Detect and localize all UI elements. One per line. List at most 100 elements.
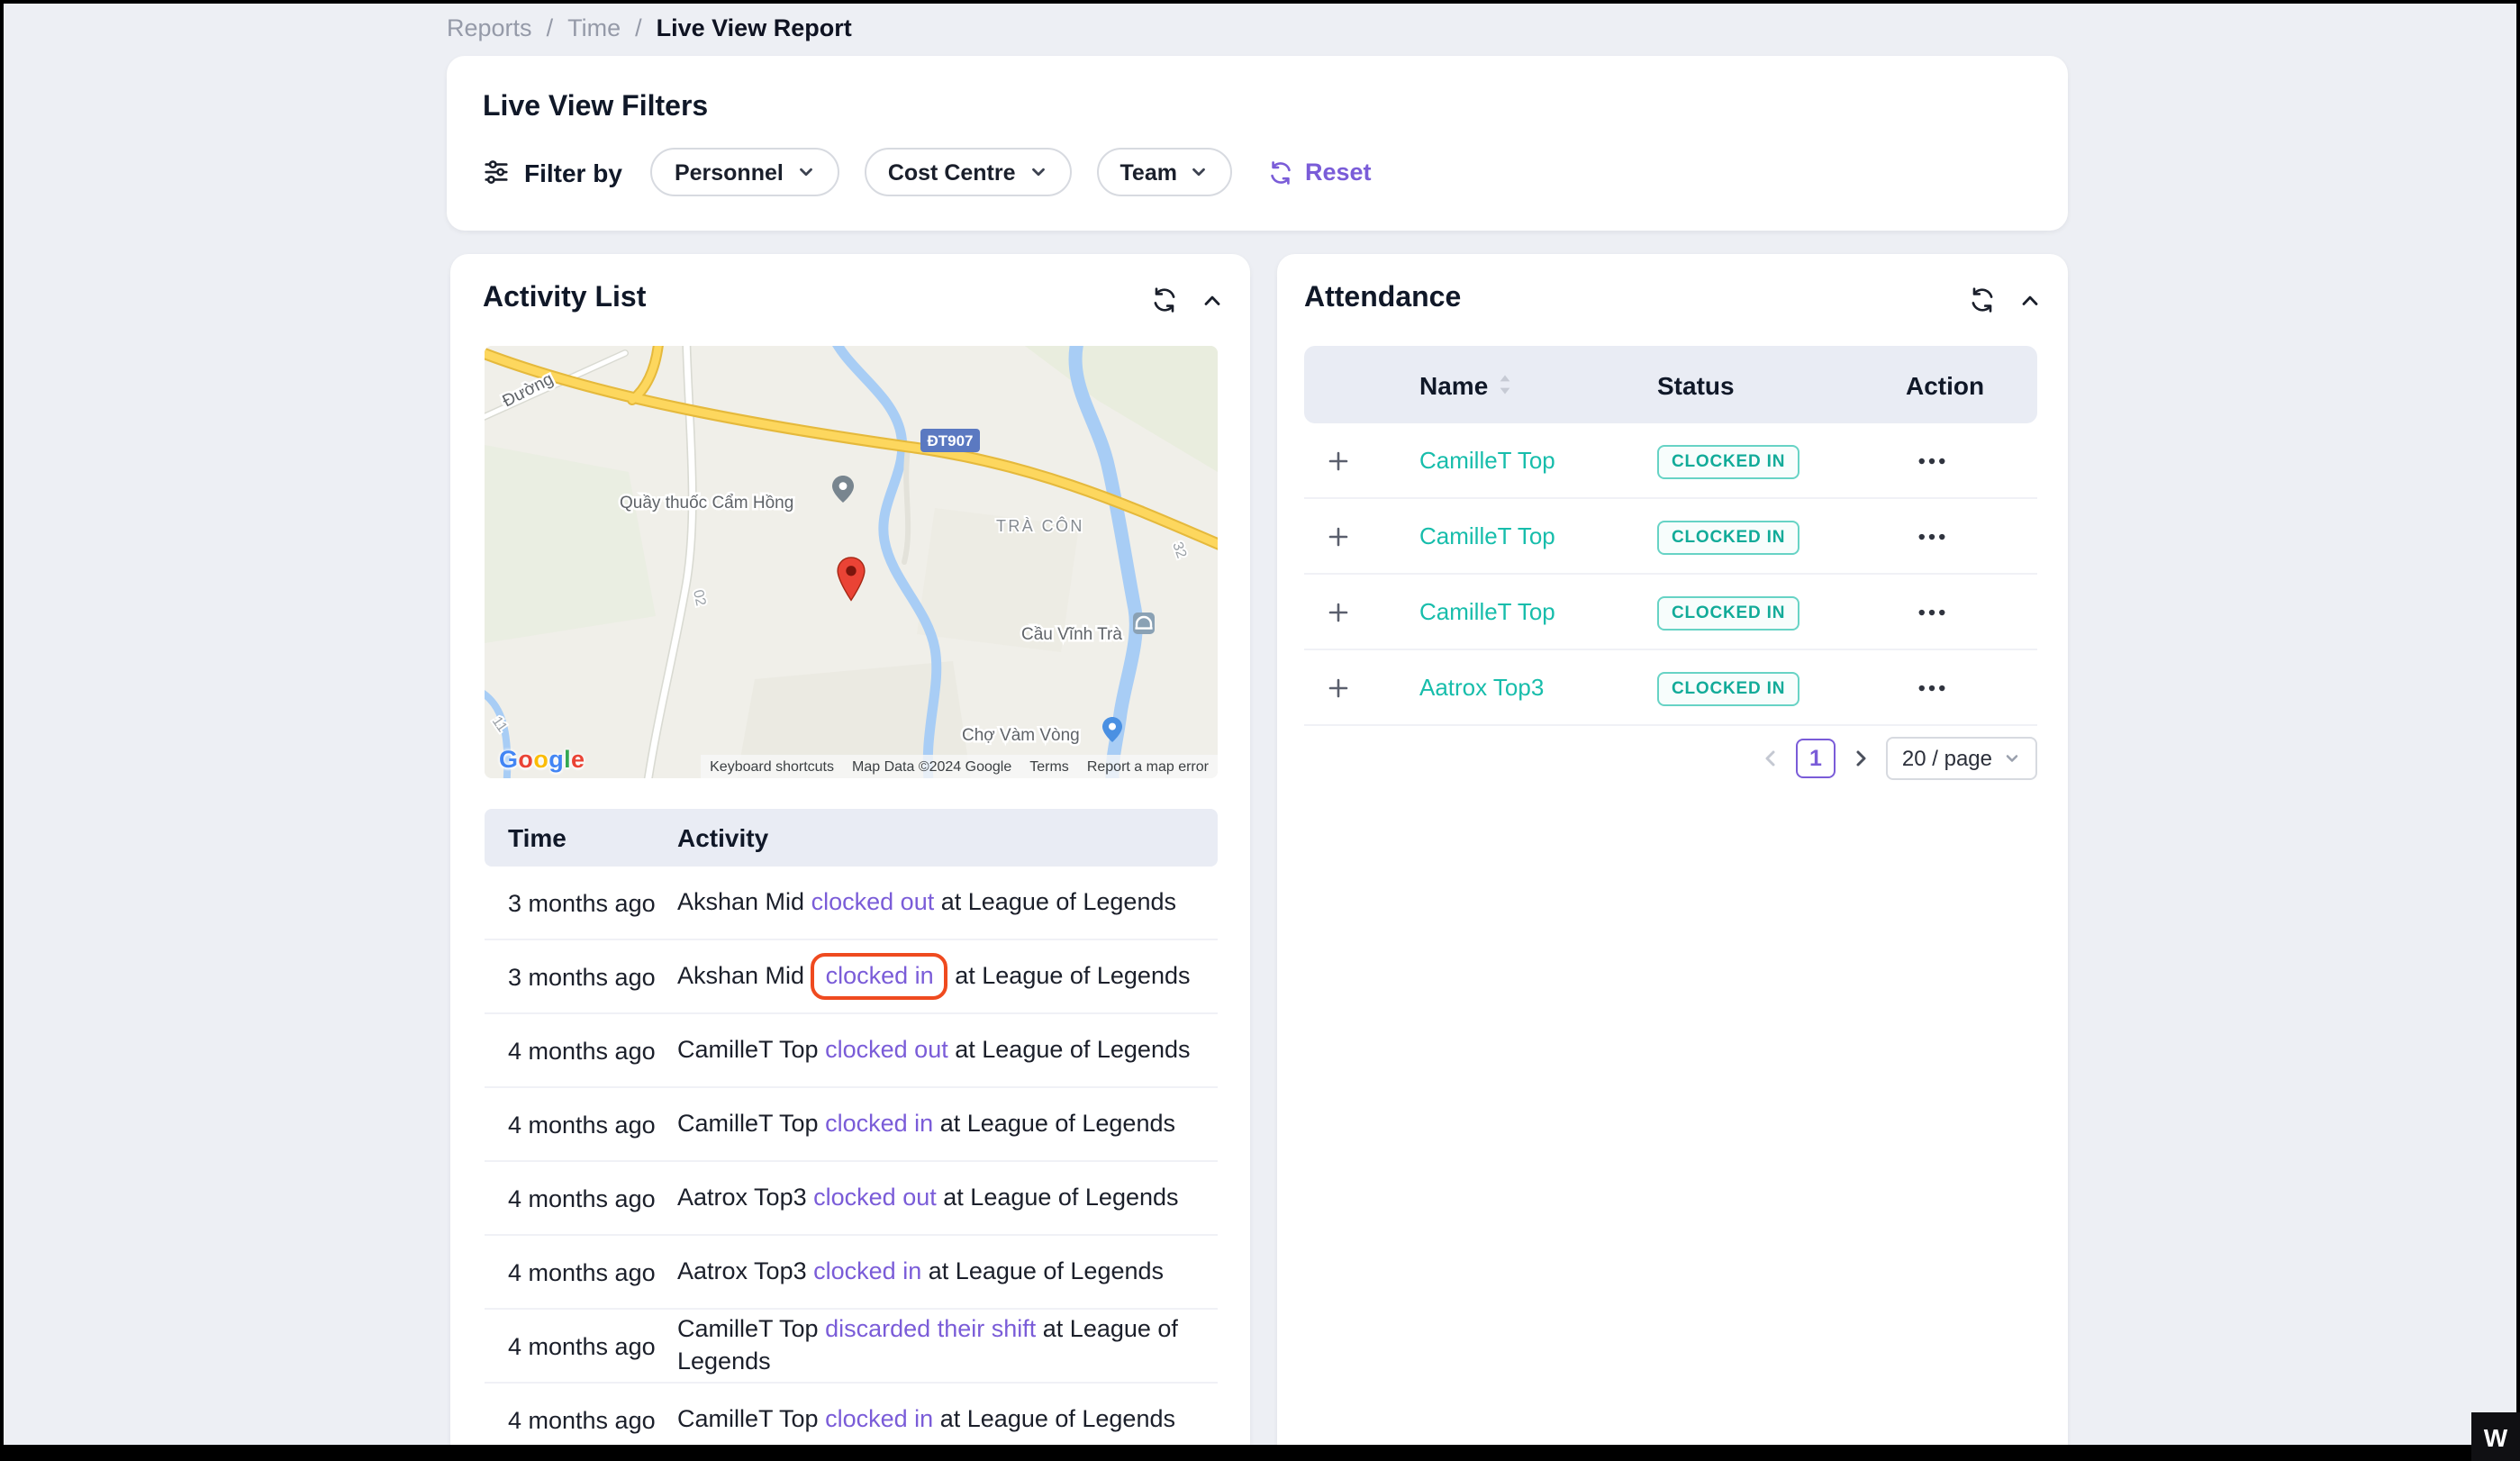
- activity-list-card: Activity List: [450, 254, 1250, 1445]
- svg-text:ĐT907: ĐT907: [927, 432, 973, 449]
- attendance-card: Attendance Name: [1277, 254, 2068, 1445]
- map-bridge-label: Cầu Vĩnh Trà: [1021, 625, 1122, 644]
- activity-table-header: Time Activity: [485, 809, 1218, 867]
- row-actions-button[interactable]: [1915, 451, 1949, 469]
- row-actions-button[interactable]: [1915, 603, 1949, 621]
- map-marker-icon[interactable]: [836, 555, 866, 613]
- activity-actor: Akshan Mid: [677, 888, 804, 915]
- header-time: Time: [508, 823, 677, 852]
- personnel-dropdown[interactable]: Personnel: [651, 148, 839, 196]
- collapse-chevron-up-icon[interactable]: [2017, 287, 2043, 313]
- attendance-name-link[interactable]: CamilleT Top: [1387, 522, 1657, 549]
- activity-actor: CamilleT Top: [677, 1315, 819, 1342]
- breadcrumb-current: Live View Report: [657, 14, 852, 41]
- activity-action-link-highlighted[interactable]: clocked in: [811, 953, 948, 1000]
- map[interactable]: ĐT907 Đường Quầy thuốc Cẩm Hồng TRÀ CÔN …: [485, 346, 1218, 778]
- breadcrumb-separator: /: [635, 14, 642, 41]
- status-badge: CLOCKED IN: [1657, 444, 1799, 478]
- google-logo-letter: o: [518, 746, 533, 773]
- watermark-badge: W: [2471, 1412, 2520, 1461]
- pagination-next-button[interactable]: [1850, 748, 1872, 769]
- google-logo-letter: o: [533, 746, 548, 773]
- attendance-panel-head: Attendance: [1277, 254, 2068, 315]
- activity-text: CamilleT Top clocked in at League of Leg…: [677, 1403, 1218, 1436]
- activity-time: 4 months ago: [508, 1037, 677, 1064]
- breadcrumb-separator: /: [547, 14, 554, 41]
- activity-row: 4 months ago CamilleT Top clocked in at …: [485, 1384, 1218, 1445]
- attendance-name-link[interactable]: CamilleT Top: [1387, 447, 1657, 474]
- breadcrumb: Reports / Time / Live View Report: [447, 11, 852, 43]
- refresh-icon[interactable]: [1151, 286, 1178, 313]
- refresh-icon[interactable]: [1969, 286, 1996, 313]
- header-action: Action: [1906, 370, 2037, 399]
- live-view-filters-card: Live View Filters Filter by Personnel Co…: [447, 56, 2068, 231]
- activity-action-link[interactable]: clocked out: [813, 1184, 937, 1211]
- attendance-name-link[interactable]: CamilleT Top: [1387, 598, 1657, 625]
- attendance-row: CamilleT Top CLOCKED IN: [1304, 423, 2037, 499]
- activity-actor: CamilleT Top: [677, 1036, 819, 1063]
- row-actions-button[interactable]: [1915, 527, 1949, 545]
- breadcrumb-time[interactable]: Time: [567, 14, 621, 41]
- reset-label: Reset: [1305, 159, 1372, 186]
- activity-table: Time Activity 3 months ago Akshan Mid cl…: [485, 809, 1218, 1445]
- expand-row-icon[interactable]: [1328, 525, 1349, 547]
- attendance-table: Name Status Action CamilleT Top CLOCKED …: [1304, 346, 2037, 726]
- attendance-row: CamilleT Top CLOCKED IN: [1304, 575, 2037, 650]
- expand-row-icon[interactable]: [1328, 449, 1349, 471]
- cost-centre-dropdown[interactable]: Cost Centre: [865, 148, 1072, 196]
- terms-link[interactable]: Terms: [1029, 758, 1069, 775]
- page-size-select[interactable]: 20 / page: [1886, 737, 2037, 780]
- activity-action-link[interactable]: clocked in: [825, 1110, 933, 1137]
- activity-suffix: at League of Legends: [929, 1257, 1164, 1284]
- activity-row: 4 months ago CamilleT Top discarded thei…: [485, 1310, 1218, 1384]
- attendance-name-link[interactable]: Aatrox Top3: [1387, 674, 1657, 701]
- bridge-icon: [1133, 613, 1155, 634]
- activity-row: 3 months ago Akshan Mid clocked out at L…: [485, 867, 1218, 940]
- map-road-02-label: 02: [690, 588, 708, 607]
- activity-action-link[interactable]: clocked out: [825, 1036, 948, 1063]
- pagination-prev-button[interactable]: [1760, 748, 1781, 769]
- google-logo[interactable]: Google: [499, 746, 585, 773]
- map-market-label: Chợ Vàm Vòng: [962, 726, 1080, 745]
- row-actions-button[interactable]: [1915, 678, 1949, 696]
- personnel-dropdown-label: Personnel: [675, 159, 784, 185]
- team-dropdown-label: Team: [1120, 159, 1177, 185]
- filters-title: Live View Filters: [447, 56, 2068, 124]
- filter-row: Filter by Personnel Cost Centre Team Res…: [483, 148, 2068, 196]
- activity-time: 3 months ago: [508, 889, 677, 916]
- breadcrumb-reports[interactable]: Reports: [447, 14, 532, 41]
- activity-action-link[interactable]: clocked in: [813, 1257, 921, 1284]
- expand-row-icon[interactable]: [1328, 676, 1349, 698]
- reset-filters-button[interactable]: Reset: [1269, 159, 1372, 186]
- activity-action-link[interactable]: discarded their shift: [825, 1315, 1036, 1342]
- road-shield-dt907: ĐT907: [920, 429, 980, 452]
- activity-action-link[interactable]: clocked in: [825, 1405, 933, 1432]
- activity-text: Aatrox Top3 clocked in at League of Lege…: [677, 1256, 1218, 1288]
- activity-panel-head: Activity List: [450, 254, 1250, 315]
- header-name[interactable]: Name: [1387, 370, 1657, 399]
- activity-text: CamilleT Top clocked out at League of Le…: [677, 1034, 1218, 1066]
- activity-time: 4 months ago: [508, 1184, 677, 1211]
- activity-text: CamilleT Top discarded their shift at Le…: [677, 1313, 1218, 1379]
- collapse-chevron-up-icon[interactable]: [1200, 287, 1225, 313]
- activity-row: 4 months ago CamilleT Top clocked out at…: [485, 1014, 1218, 1088]
- activity-action-link[interactable]: clocked out: [811, 888, 935, 915]
- keyboard-shortcuts-link[interactable]: Keyboard shortcuts: [710, 758, 834, 775]
- activity-title: Activity List: [483, 283, 646, 315]
- expand-row-icon[interactable]: [1328, 601, 1349, 622]
- chevron-down-icon: [2003, 749, 2021, 767]
- activity-suffix: at League of Legends: [943, 1184, 1178, 1211]
- activity-row: 4 months ago CamilleT Top clocked in at …: [485, 1088, 1218, 1162]
- activity-row: 4 months ago Aatrox Top3 clocked in at L…: [485, 1236, 1218, 1310]
- sort-icon[interactable]: [1497, 373, 1513, 396]
- attendance-row: Aatrox Top3 CLOCKED IN: [1304, 650, 2037, 726]
- map-pharmacy-label: Quầy thuốc Cẩm Hồng: [620, 494, 793, 513]
- pagination-page-1[interactable]: 1: [1796, 739, 1836, 778]
- google-logo-letter: e: [571, 746, 585, 773]
- activity-time: 3 months ago: [508, 963, 677, 990]
- map-area-label: TRÀ CÔN: [996, 516, 1084, 535]
- report-map-error-link[interactable]: Report a map error: [1087, 758, 1209, 775]
- activity-actor: Aatrox Top3: [677, 1257, 807, 1284]
- activity-actor: CamilleT Top: [677, 1405, 819, 1432]
- team-dropdown[interactable]: Team: [1097, 148, 1233, 196]
